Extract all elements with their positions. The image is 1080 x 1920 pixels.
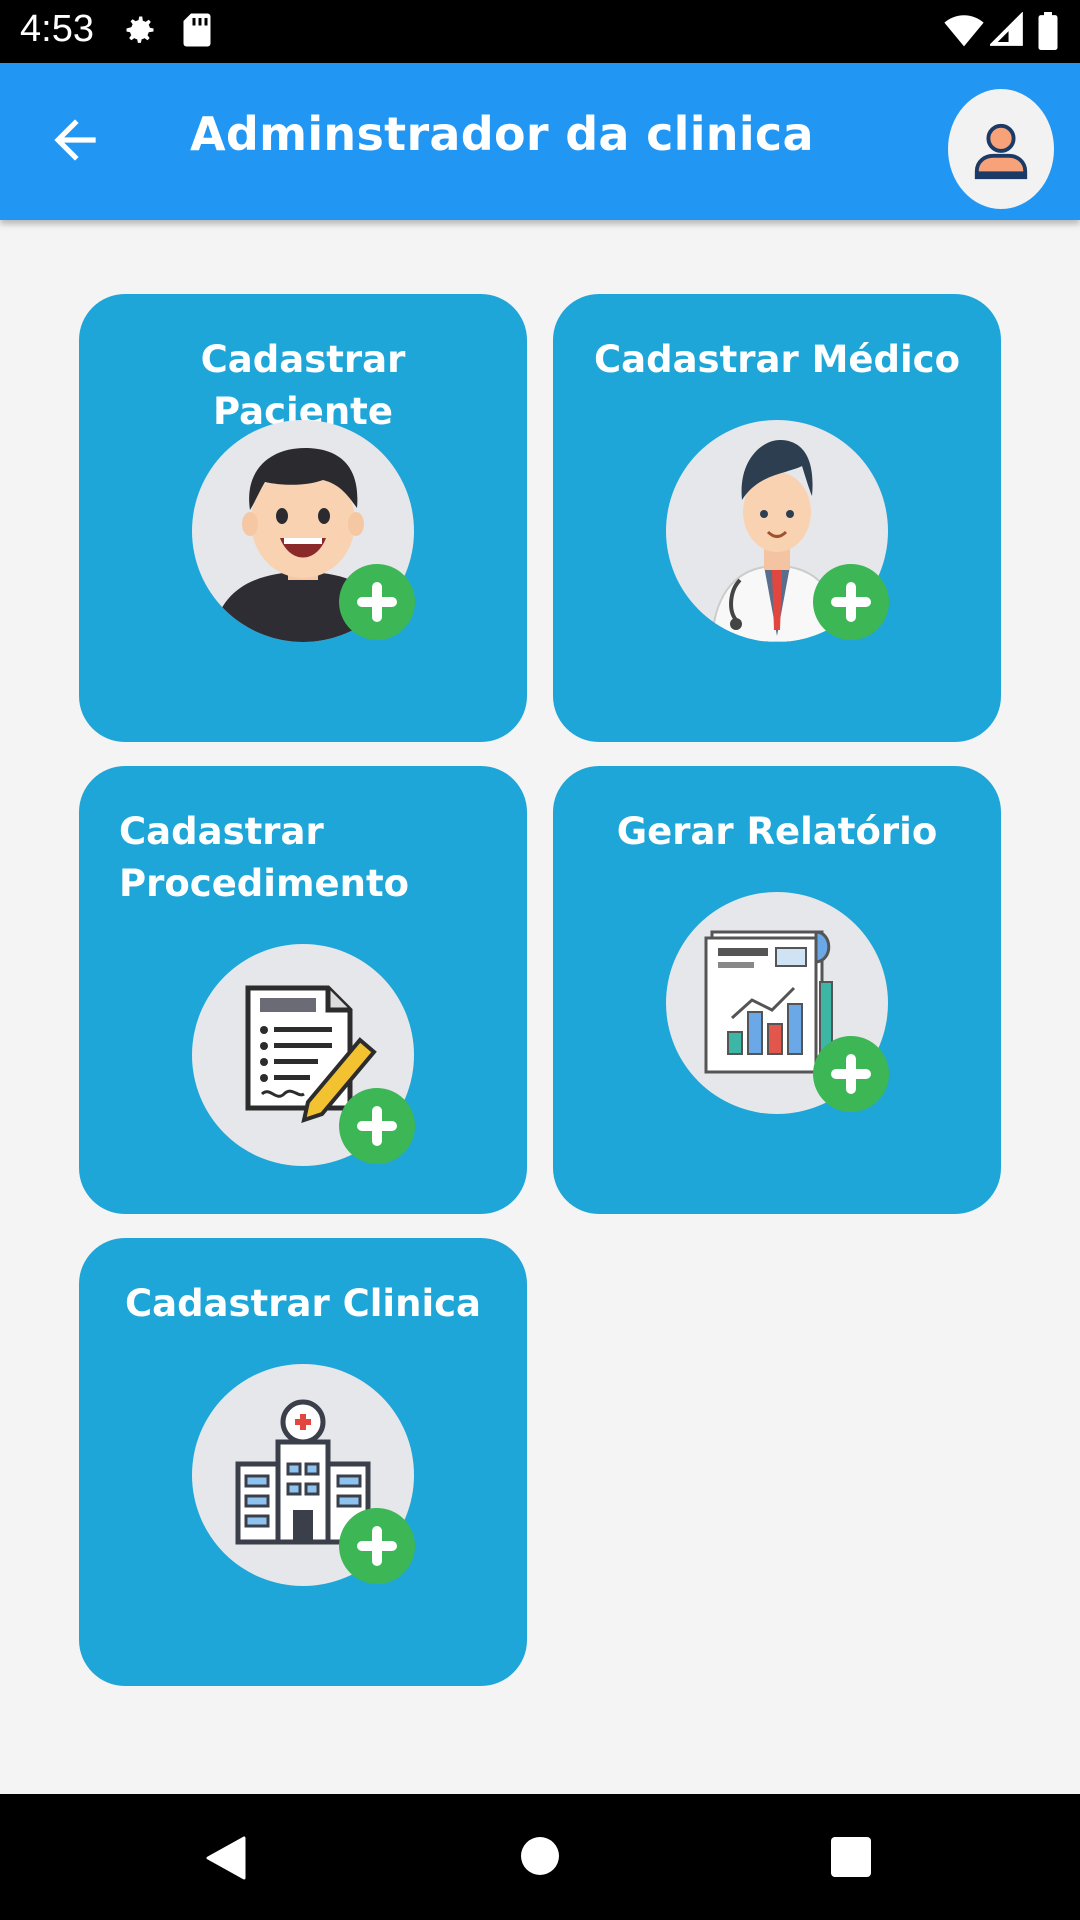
settings-icon <box>122 12 158 52</box>
page-title: Adminstrador da clinica <box>190 107 814 161</box>
arrow-back-icon <box>54 119 96 161</box>
status-bar: 4:53 <box>0 0 1080 63</box>
card-title: Cadastrar Clinica <box>124 1282 482 1325</box>
card-title: Cadastrar Procedimento <box>119 810 410 905</box>
card-cadastrar-procedimento[interactable]: Cadastrar Procedimento <box>79 766 527 1214</box>
sd-card-icon <box>182 12 212 52</box>
system-nav-bar <box>0 1794 1080 1920</box>
add-badge-icon <box>339 564 415 640</box>
person-icon <box>974 123 1028 180</box>
battery-icon <box>1038 12 1058 54</box>
add-badge-icon <box>339 1508 415 1584</box>
wifi-icon <box>944 12 984 52</box>
card-gerar-relatorio[interactable]: Gerar Relatório <box>553 766 1001 1214</box>
back-button[interactable] <box>44 109 106 171</box>
status-time: 4:53 <box>20 8 94 50</box>
add-badge-icon <box>339 1088 415 1164</box>
profile-button[interactable] <box>948 89 1054 209</box>
recents-square-icon[interactable] <box>830 1836 872 1878</box>
back-triangle-icon[interactable] <box>204 1836 246 1880</box>
add-badge-icon <box>813 1036 889 1112</box>
app-bar: Adminstrador da clinica <box>0 63 1080 220</box>
card-cadastrar-medico[interactable]: Cadastrar Médico <box>553 294 1001 742</box>
card-title: Cadastrar Médico <box>593 338 961 381</box>
add-badge-icon <box>813 564 889 640</box>
card-title: Gerar Relatório <box>616 810 938 853</box>
signal-icon <box>988 11 1024 52</box>
card-cadastrar-clinica[interactable]: Cadastrar Clinica <box>79 1238 527 1686</box>
home-circle-icon[interactable] <box>520 1836 560 1876</box>
card-cadastrar-paciente[interactable]: Cadastrar Paciente <box>79 294 527 742</box>
